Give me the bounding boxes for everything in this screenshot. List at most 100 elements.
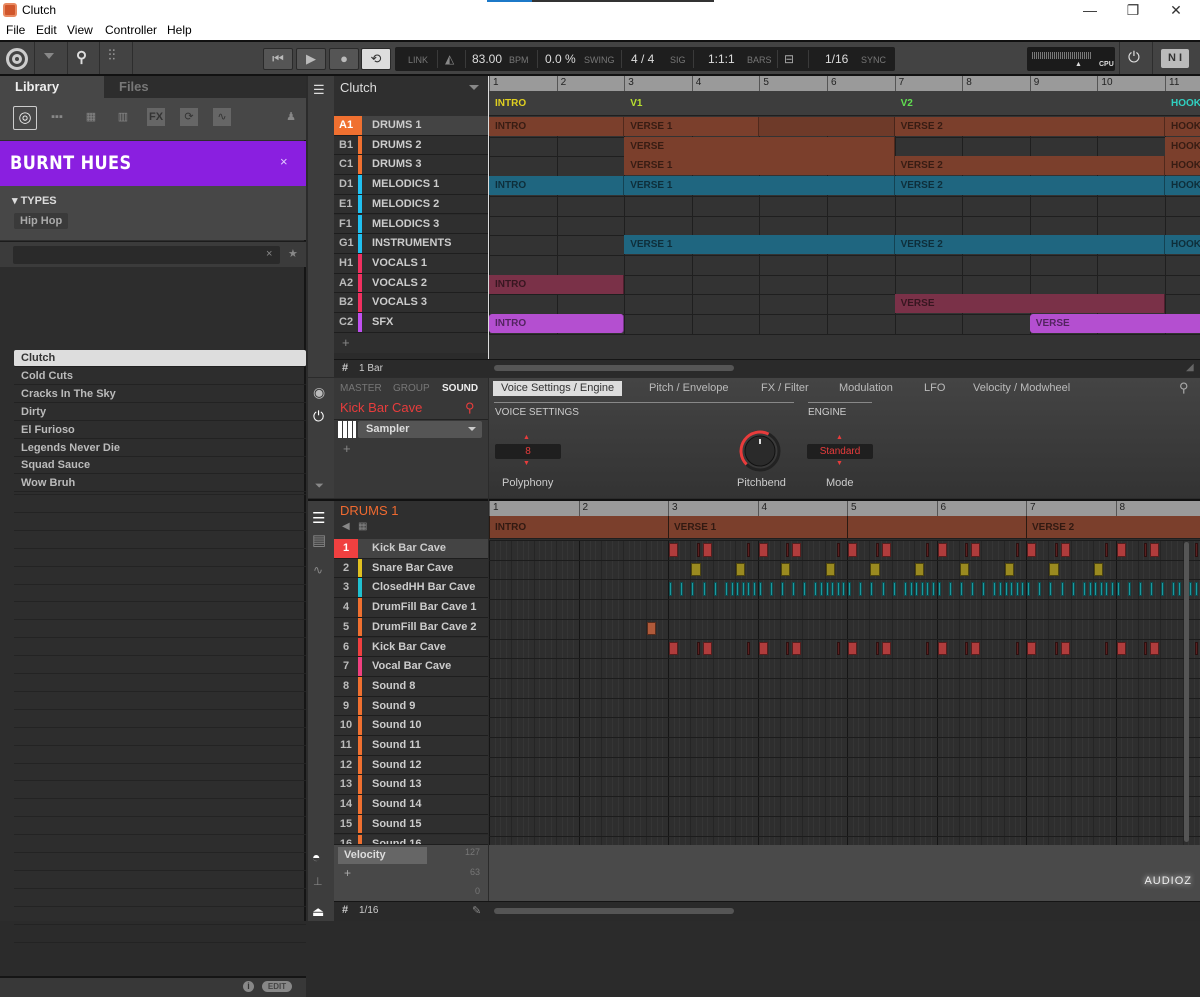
param-search-icon[interactable]: ⚲	[1179, 380, 1189, 396]
tempo-value[interactable]: 83.00	[472, 52, 502, 66]
library-result[interactable]: Dirty	[14, 404, 306, 421]
modulation-icon[interactable]: ◓	[312, 849, 320, 865]
plugin-select[interactable]: Sampler	[358, 421, 482, 438]
note[interactable]	[1105, 641, 1109, 656]
arranger-grid[interactable]: 1 2 3 4 5 6 7 8 9 10 11 INTRO V1 V2 HOOK INTRO VERSE 1…	[489, 76, 1200, 361]
note[interactable]	[915, 562, 925, 577]
power-icon[interactable]: ⏻	[1128, 49, 1140, 66]
minimize-button[interactable]: —	[1070, 1, 1110, 19]
tab-files[interactable]: Files	[104, 76, 206, 98]
menu-edit[interactable]: Edit	[36, 23, 57, 37]
step-grid[interactable]: 1 2 3 4 5 6 7 8 INTRO VERSE 1 VERSE 2	[489, 499, 1200, 845]
note[interactable]	[836, 641, 840, 656]
sound-row[interactable]: 6 Kick Bar Cave	[334, 637, 488, 658]
signature-value[interactable]: 4 / 4	[631, 52, 654, 66]
note[interactable]	[736, 562, 746, 577]
mute-icon[interactable]: ◀	[342, 521, 350, 532]
note[interactable]	[915, 582, 919, 597]
note[interactable]	[1060, 543, 1070, 557]
param-tab[interactable]: Velocity / Modwheel	[973, 382, 1070, 394]
type-tag[interactable]: Hip Hop	[14, 213, 69, 229]
group-row[interactable]: D1 MELODICS 1	[334, 175, 488, 195]
note[interactable]	[696, 543, 700, 557]
note[interactable]	[702, 543, 712, 557]
rewind-button[interactable]: ⏮	[263, 48, 293, 70]
swing-value[interactable]: 0.0 %	[545, 52, 576, 66]
note[interactable]	[1094, 582, 1098, 597]
note[interactable]	[881, 543, 891, 557]
note[interactable]	[831, 582, 835, 597]
note[interactable]	[1038, 582, 1042, 597]
library-result[interactable]: El Furioso	[14, 422, 306, 439]
arranger-clip[interactable]: VERSE 1	[624, 156, 895, 176]
sounds-icon[interactable]: ▦	[82, 108, 100, 126]
polyphony-up-icon[interactable]: ▲	[523, 434, 530, 441]
pencil-icon[interactable]: ✎	[472, 904, 481, 917]
search-icon[interactable]: ⚲	[76, 48, 87, 66]
note[interactable]	[1060, 641, 1070, 656]
library-result[interactable]: Cracks In The Sky	[14, 386, 306, 403]
clear-search-icon[interactable]: ×	[266, 248, 272, 260]
note[interactable]	[792, 641, 802, 656]
note[interactable]	[1004, 582, 1008, 597]
note[interactable]	[848, 641, 858, 656]
library-result[interactable]: Cold Cuts	[14, 368, 306, 385]
note[interactable]	[780, 582, 784, 597]
arranger-clip[interactable]: HOOK	[1165, 136, 1200, 156]
step-view-icon[interactable]: ☰	[312, 509, 325, 527]
sound-row[interactable]: 4 DrumFill Bar Cave 1	[334, 598, 488, 618]
note[interactable]	[875, 641, 879, 656]
keyboard-view-icon[interactable]: ▤	[312, 531, 326, 549]
note[interactable]	[1172, 582, 1176, 597]
note[interactable]	[926, 582, 930, 597]
arranger-clip[interactable]: VERSE 1	[624, 117, 760, 136]
note[interactable]	[870, 582, 874, 597]
sound-row[interactable]: 11 Sound 11	[334, 736, 488, 756]
arranger-toggle-icon[interactable]: ☰	[313, 82, 325, 98]
step-grid-icon[interactable]: #	[342, 904, 348, 916]
note[interactable]	[993, 582, 997, 597]
note[interactable]	[669, 641, 679, 656]
mixer-icon[interactable]: ⫶⫶	[108, 47, 116, 64]
arranger-clip[interactable]: VERSE 2	[894, 176, 1165, 196]
tab-library[interactable]: Library	[0, 76, 104, 98]
note[interactable]	[769, 582, 773, 597]
restore-button[interactable]: ❐	[1113, 1, 1153, 19]
section-label[interactable]: HOOK	[1171, 98, 1200, 109]
note[interactable]	[702, 582, 706, 597]
note[interactable]	[965, 641, 969, 656]
note[interactable]	[1027, 641, 1037, 656]
grid-icon[interactable]: #	[342, 362, 348, 374]
sample-editor-icon[interactable]: ∿	[313, 563, 323, 577]
projects-icon[interactable]: ◎	[13, 106, 37, 130]
metronome-icon[interactable]: ◭	[445, 52, 454, 66]
note[interactable]	[780, 562, 791, 577]
note[interactable]	[931, 582, 935, 597]
note[interactable]	[842, 582, 846, 597]
note[interactable]	[1178, 582, 1182, 597]
note[interactable]	[959, 582, 963, 597]
menu-view[interactable]: View	[67, 23, 93, 37]
follow-icon[interactable]: ⊟	[784, 52, 794, 66]
note[interactable]	[1161, 582, 1165, 597]
arranger-clip[interactable]: VERSE 1	[624, 235, 895, 255]
library-result[interactable]: Squad Sauce	[14, 457, 306, 475]
dropdown-arrow-icon[interactable]	[44, 53, 54, 59]
note[interactable]	[1010, 582, 1014, 597]
tab-group[interactable]: GROUP	[393, 383, 430, 394]
arranger-clip[interactable]: HOOK	[1165, 235, 1200, 255]
note[interactable]	[730, 582, 734, 597]
note[interactable]	[669, 582, 672, 597]
note[interactable]	[1138, 582, 1142, 597]
group-row[interactable]: C2 SFX	[334, 313, 488, 333]
note[interactable]	[859, 582, 863, 597]
note[interactable]	[747, 543, 751, 557]
pattern-group-name[interactable]: DRUMS 1	[340, 503, 399, 518]
note[interactable]	[903, 582, 907, 597]
library-result[interactable]: Legends Never Die	[14, 440, 306, 457]
note[interactable]	[836, 582, 840, 597]
note[interactable]	[937, 641, 947, 656]
mode-up-icon[interactable]: ▲	[836, 434, 843, 441]
group-row[interactable]: B2 VOCALS 3	[334, 293, 488, 313]
sound-row[interactable]: 16 Sound 16	[334, 834, 488, 845]
